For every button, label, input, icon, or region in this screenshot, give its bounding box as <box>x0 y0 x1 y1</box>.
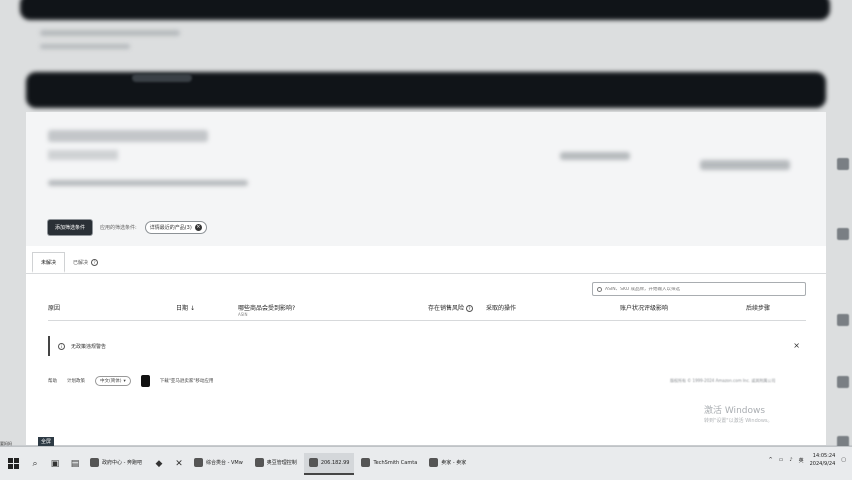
blurred-metric <box>700 160 790 170</box>
filter-row: 添加筛选条件 应用的筛选条件: 详情最近的产品(3) × <box>48 220 207 235</box>
taskbar-app-label: TechSmith Camta <box>373 459 418 466</box>
task-view-icon[interactable]: ▣ <box>48 457 62 471</box>
chevron-down-icon: ▾ <box>123 378 126 384</box>
windows-activation-watermark: 激活 Windows 转到"设置"以激活 Windows。 <box>704 406 773 426</box>
copyright: 版权所有 © 1999-2024 Amazon.com Inc. 或其附属公司 <box>670 378 776 383</box>
nav-blurred-chip <box>132 74 192 82</box>
add-filter-button[interactable]: 添加筛选条件 <box>48 220 93 235</box>
mobile-app-icon <box>140 375 150 387</box>
blurred-line <box>48 180 248 186</box>
column-reason: 原因 <box>48 305 61 312</box>
notification-icon[interactable]: ▢ <box>841 457 846 463</box>
search-icon <box>597 286 602 292</box>
column-account-impact: 账户状况评级影响 <box>620 305 669 312</box>
page-subtitle-blurred <box>48 150 118 160</box>
taskbar-app[interactable]: 政府中心 - 奔跑吧 <box>85 453 147 475</box>
top-blurred-bar <box>20 0 830 20</box>
tab-label: 已解决 <box>73 260 89 266</box>
empty-alert-message: 无政策违规警告 <box>71 343 107 350</box>
app-icon[interactable]: ✕ <box>172 457 186 471</box>
watermark-subtitle: 转到"设置"以激活 Windows。 <box>704 418 773 424</box>
app-icon <box>361 458 371 467</box>
help-icon[interactable]: ? <box>465 305 473 312</box>
empty-alert: i 无政策违规警告 × <box>48 336 806 356</box>
app-icon <box>254 458 264 467</box>
system-tray: ^ ▭ ♪ 英 14:05:24 2024/9/24 ▢ <box>768 452 846 468</box>
search-icon[interactable]: ⌕ <box>28 457 42 471</box>
taskbar-app-label: 卖家 - 卖家 <box>441 460 467 466</box>
taskbar-app[interactable]: 206.182.99 <box>303 452 355 475</box>
side-avatar-icon[interactable] <box>837 376 849 388</box>
windows-start-icon[interactable] <box>8 458 19 469</box>
network-icon[interactable]: ▭ <box>779 457 784 463</box>
column-next-steps: 后续步骤 <box>746 305 771 312</box>
overlay-tag[interactable]: 全屏 <box>38 437 55 446</box>
filter-chip-label: 详情最近的产品(3) <box>149 225 192 231</box>
taskbar-app-label: 政府中心 - 奔跑吧 <box>102 460 142 466</box>
close-icon[interactable]: × <box>194 224 202 231</box>
app-download-link[interactable]: 下载"亚马逊卖家"移动应用 <box>160 378 214 384</box>
help-icon[interactable]: ? <box>91 259 99 266</box>
volume-icon[interactable]: ♪ <box>789 457 792 463</box>
applied-filters-label: 应用的筛选条件: <box>100 225 137 231</box>
program-policy-link[interactable]: 计划政策 <box>67 378 85 384</box>
column-risk: 存在销售风险 ? <box>428 303 473 312</box>
taskbar-app[interactable]: 综合类台 - VMw <box>189 453 248 475</box>
info-icon: i <box>58 342 65 350</box>
tab-label: 未解决 <box>41 259 57 266</box>
input-method[interactable]: 英 <box>799 457 804 464</box>
side-avatar-icon[interactable] <box>837 158 849 170</box>
taskbar-app-label: 206.182.99 <box>320 459 350 466</box>
taskbar-app-label: 奥豆管理控制 <box>266 460 297 466</box>
watermark-title: 激活 Windows <box>704 406 766 416</box>
screen: 添加筛选条件 应用的筛选条件: 详情最近的产品(3) × 未解决 已解决 ? 原… <box>0 0 852 480</box>
side-avatar-icon[interactable] <box>837 314 849 326</box>
status-tabs: 未解决 已解决 ? <box>26 252 826 274</box>
blurred-line <box>40 30 180 36</box>
windows-taskbar: ⌕ ▣ ▤ 政府中心 - 奔跑吧 ◆ ✕ 综合类台 - VMw 奥豆管理控制 2… <box>0 446 852 480</box>
clock-date: 2024/9/24 <box>809 461 836 467</box>
clock-time: 14:05:24 <box>812 453 836 459</box>
column-affected-sub: ASIN <box>238 312 248 317</box>
sort-down-icon[interactable]: ↓ <box>190 305 195 312</box>
column-action: 采取的操作 <box>486 305 517 312</box>
tab-unresolved[interactable]: 未解决 <box>32 252 66 273</box>
app-icon <box>429 458 439 467</box>
taskbar-app[interactable]: TechSmith Camta <box>356 453 422 475</box>
language-value: 中文(简体) <box>100 379 122 384</box>
taskbar-app[interactable]: 卖家 - 卖家 <box>424 453 471 475</box>
page-footer: 帮助 计划政策 中文(简体) ▾ 下载"亚马逊卖家"移动应用 <box>48 375 213 387</box>
taskbar-app[interactable]: 奥豆管理控制 <box>250 453 302 475</box>
app-icon <box>308 458 318 467</box>
search-input[interactable] <box>605 286 795 292</box>
search-box[interactable] <box>592 282 806 296</box>
blurred-line <box>40 44 130 49</box>
app-icon <box>90 458 99 467</box>
table-header-divider <box>48 320 806 321</box>
column-affected: 哪些商品会受到影响? <box>238 305 296 312</box>
clock[interactable]: 14:05:24 2024/9/24 <box>810 452 836 468</box>
page-title-blurred <box>48 130 208 142</box>
app-icon <box>193 458 203 467</box>
filter-chip[interactable]: 详情最近的产品(3) × <box>144 221 207 234</box>
close-icon[interactable]: × <box>793 341 800 350</box>
column-risk-label: 存在销售风险 <box>428 305 465 312</box>
chevron-up-icon[interactable]: ^ <box>768 457 772 463</box>
app-icon[interactable]: ◆ <box>152 457 166 471</box>
language-select[interactable]: 中文(简体) ▾ <box>95 376 131 386</box>
side-avatar-icon[interactable] <box>837 228 849 240</box>
help-link[interactable]: 帮助 <box>48 378 57 384</box>
column-date[interactable]: 日期 ↓ <box>176 303 195 312</box>
explorer-icon[interactable]: ▤ <box>68 457 82 471</box>
taskbar-app-label: 综合类台 - VMw <box>205 460 243 466</box>
blurred-metric <box>560 152 630 160</box>
tab-resolved[interactable]: 已解决 ? <box>65 252 106 273</box>
column-date-label: 日期 <box>176 305 189 312</box>
